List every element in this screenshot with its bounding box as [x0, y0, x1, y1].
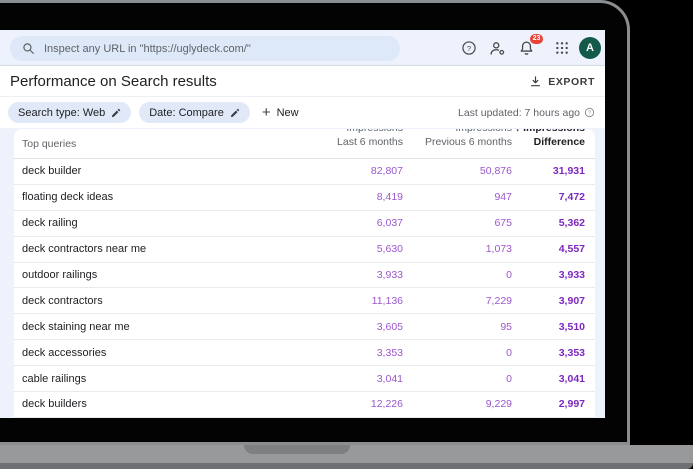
impressions-previous-cell: 0: [506, 346, 512, 359]
impressions-previous-cell: 0: [506, 269, 512, 281]
impressions-difference-cell: 2,997: [558, 398, 585, 411]
impressions-difference-cell: 7,472: [558, 191, 585, 204]
query-cell[interactable]: deck builder: [22, 165, 308, 177]
user-settings-button[interactable]: [489, 40, 506, 57]
search-type-chip-label: Search type: Web: [18, 106, 106, 119]
search-console-screen: ? 23: [0, 30, 605, 418]
date-compare-chip[interactable]: Date: Compare: [139, 102, 250, 123]
new-filter-button[interactable]: + New: [262, 102, 299, 123]
impressions-previous-cell: 675: [494, 217, 512, 230]
query-cell[interactable]: outdoor railings: [22, 269, 308, 281]
topbar-actions: ? 23 A: [461, 30, 601, 66]
impressions-difference-cell: 3,933: [558, 269, 585, 281]
impressions-last-cell: 5,630: [376, 243, 403, 256]
table-header-sub-line: Last 6 months Previous 6 months Differen…: [14, 134, 595, 150]
col-difference[interactable]: Difference: [512, 134, 585, 150]
pencil-icon: [230, 108, 239, 117]
impressions-previous-cell: 9,229: [485, 398, 512, 411]
impressions-difference-cell: 5,362: [558, 217, 585, 230]
laptop-mockup: ? 23: [0, 0, 693, 469]
impressions-difference-cell: 3,510: [558, 320, 585, 333]
top-app-bar: ? 23: [0, 30, 605, 66]
table-row[interactable]: deck accessories 3,353 0 3,353: [14, 340, 595, 367]
impressions-difference-cell: 31,931: [552, 165, 585, 178]
query-cell[interactable]: deck contractors near me: [22, 243, 308, 255]
query-cell[interactable]: deck contractors: [22, 295, 308, 307]
queries-table-card: Impressions Impressions ↓ Impressions La…: [14, 129, 595, 418]
impressions-last-cell: 3,041: [376, 372, 403, 385]
notifications-button[interactable]: 23: [518, 33, 543, 57]
export-button[interactable]: EXPORT: [529, 67, 595, 96]
last-updated: Last updated: 7 hours ago ?: [458, 107, 595, 119]
account-avatar[interactable]: A: [579, 37, 601, 59]
impressions-difference-cell: 3,907: [558, 294, 585, 307]
last-updated-text: Last updated: 7 hours ago: [457, 106, 580, 119]
download-icon: [531, 76, 541, 87]
table-header: Impressions Impressions ↓ Impressions La…: [14, 129, 595, 158]
impressions-previous-cell: 50,876: [479, 165, 512, 178]
table-row[interactable]: deck staining near me 3,605 95 3,510: [14, 314, 595, 341]
query-cell[interactable]: deck builders: [22, 398, 308, 410]
impressions-last-cell: 3,933: [376, 269, 403, 281]
filter-bar: Search type: Web Date: Compare + New Las…: [0, 96, 605, 128]
table-row[interactable]: deck builders 12,226 9,229 2,997: [14, 392, 595, 418]
page-title: Performance on Search results: [10, 73, 217, 90]
impressions-difference-cell: 3,041: [558, 372, 585, 385]
impressions-difference-cell: 3,353: [558, 346, 585, 359]
col-last-6-months[interactable]: Last 6 months: [308, 134, 403, 150]
query-cell[interactable]: cable railings: [22, 373, 308, 385]
query-cell[interactable]: floating deck ideas: [22, 191, 308, 203]
url-inspect-searchbox[interactable]: [10, 36, 400, 61]
query-cell[interactable]: deck railing: [22, 217, 308, 229]
impressions-last-cell: 8,419: [376, 191, 403, 204]
table-row[interactable]: outdoor railings 3,933 0 3,933: [14, 263, 595, 289]
notification-badge: 23: [530, 33, 543, 44]
impressions-previous-cell: 947: [494, 191, 512, 204]
impressions-last-cell: 6,037: [376, 217, 403, 230]
info-icon: ?: [584, 107, 595, 118]
svg-text:?: ?: [467, 44, 471, 53]
impressions-difference-cell: 4,557: [558, 243, 585, 256]
impressions-last-cell: 82,807: [370, 165, 403, 178]
table-row[interactable]: floating deck ideas 8,419 947 7,472: [14, 185, 595, 211]
search-icon: [23, 43, 34, 54]
query-cell[interactable]: deck accessories: [22, 347, 308, 359]
impressions-last-cell: 12,226: [370, 398, 403, 411]
search-input[interactable]: [44, 42, 388, 55]
plus-icon: +: [261, 104, 271, 121]
impressions-last-cell: 3,353: [376, 346, 403, 359]
help-icon: ?: [462, 41, 476, 55]
impressions-last-cell: 3,605: [376, 320, 403, 333]
new-filter-label: New: [276, 106, 299, 119]
help-button[interactable]: ?: [461, 40, 477, 56]
col-top-queries: Top queries: [22, 138, 77, 150]
date-chip-label: Date: Compare: [149, 106, 224, 119]
content-area: Impressions Impressions ↓ Impressions La…: [0, 128, 605, 418]
impressions-previous-cell: 1,073: [485, 243, 512, 256]
user-settings-icon: [490, 41, 505, 55]
export-label: EXPORT: [548, 75, 595, 88]
query-cell[interactable]: deck staining near me: [22, 321, 308, 333]
impressions-last-cell: 11,136: [371, 294, 403, 307]
laptop-base-edge: [0, 463, 693, 469]
apps-grid-icon: [556, 42, 568, 54]
table-row[interactable]: deck builder 82,807 50,876 31,931: [14, 159, 595, 185]
col-previous-6-months[interactable]: Previous 6 months: [403, 134, 512, 150]
table-row[interactable]: cable railings 3,041 0 3,041: [14, 366, 595, 393]
page-header: Performance on Search results EXPORT: [0, 67, 605, 96]
table-row[interactable]: deck contractors near me 5,630 1,073 4,5…: [14, 237, 595, 263]
impressions-previous-cell: 95: [500, 320, 512, 333]
table-row[interactable]: deck contractors 11,136 7,229 3,907: [14, 288, 595, 315]
impressions-previous-cell: 7,229: [485, 294, 512, 307]
impressions-previous-cell: 0: [506, 372, 512, 385]
pencil-icon: [112, 108, 121, 117]
svg-text:?: ?: [588, 111, 591, 117]
laptop-notch: [244, 445, 350, 454]
search-type-chip[interactable]: Search type: Web: [8, 102, 132, 123]
table-row[interactable]: deck railing 6,037 675 5,362: [14, 211, 595, 237]
apps-grid-button[interactable]: [555, 41, 569, 55]
